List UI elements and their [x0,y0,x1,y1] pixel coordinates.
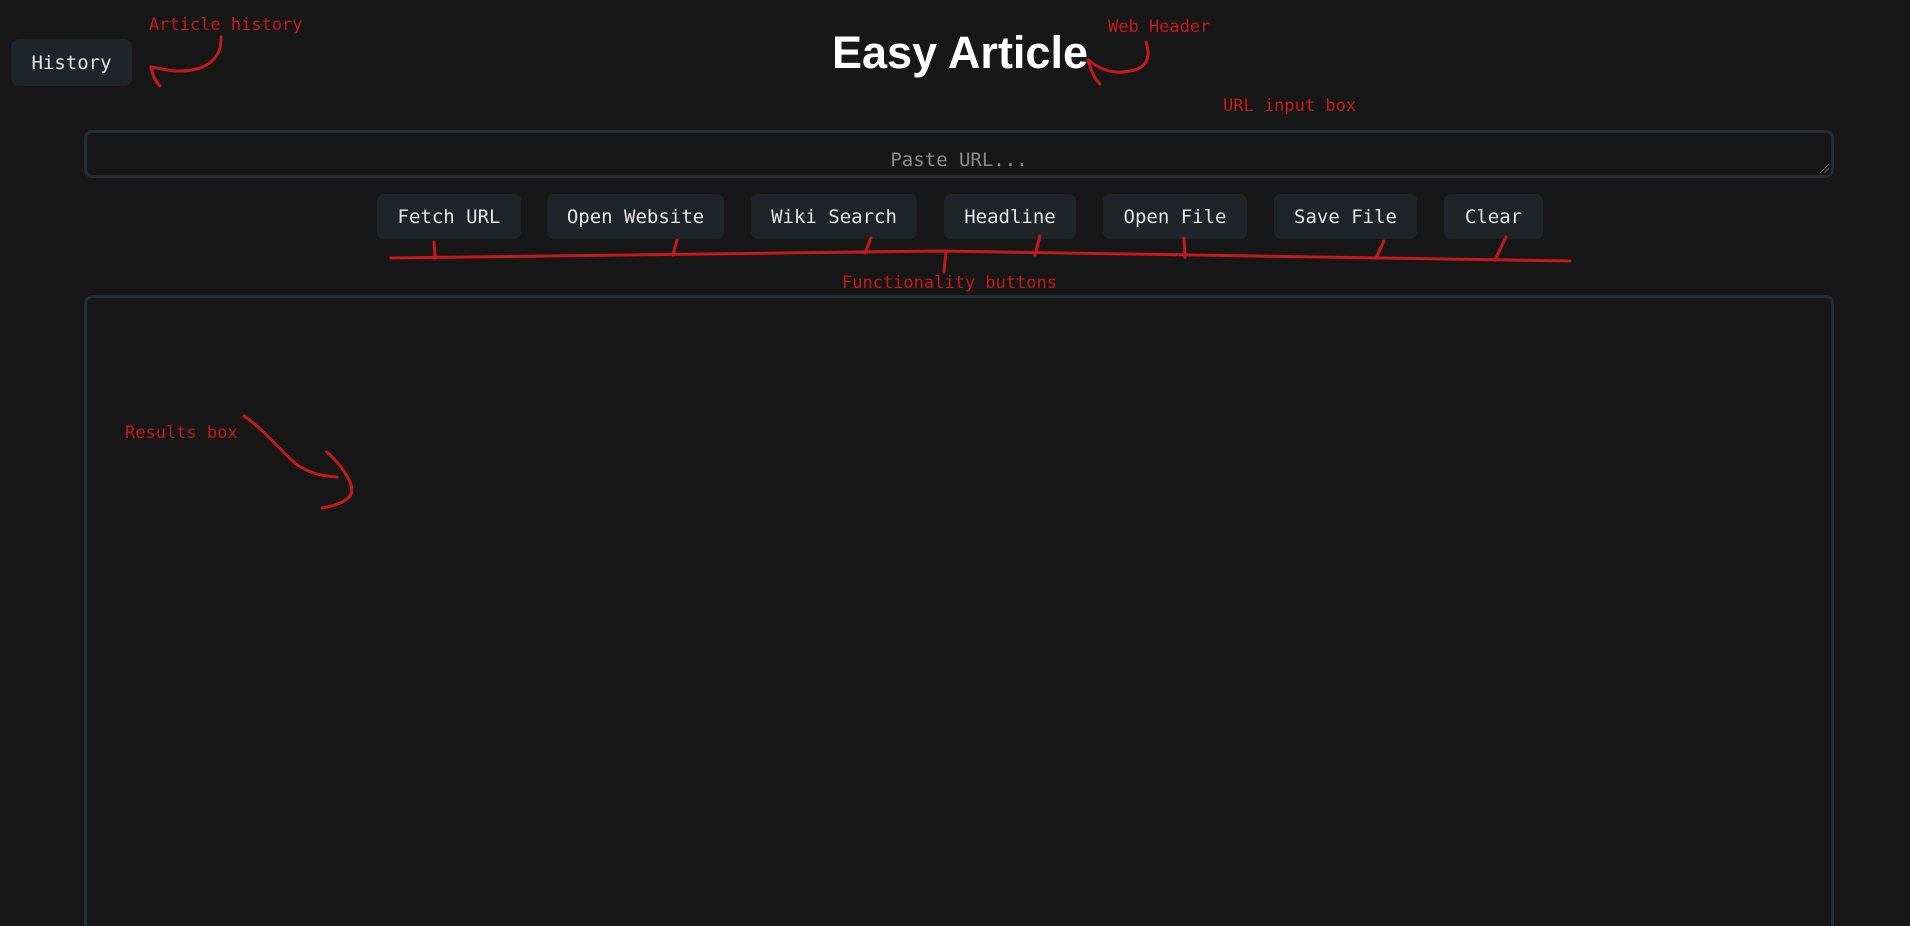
annotation-results-box: Results box [125,423,238,443]
clear-button[interactable]: Clear [1444,194,1543,239]
brace-tick-7 [1493,235,1508,262]
open-website-button[interactable]: Open Website [547,194,724,239]
url-input-placeholder: Paste URL... [890,149,1028,171]
results-box[interactable] [84,295,1834,926]
resize-handle-icon[interactable] [1820,164,1829,173]
url-input[interactable]: Paste URL... [84,130,1834,178]
wiki-search-button[interactable]: Wiki Search [751,194,917,239]
buttons-brace [389,249,1572,263]
brace-center-stem [942,249,948,274]
app-page: History Easy Article Paste URL... Fetch … [0,0,1910,926]
brace-tick-1 [432,240,437,260]
open-file-button[interactable]: Open File [1103,194,1247,239]
save-file-button[interactable]: Save File [1274,194,1417,239]
headline-button[interactable]: Headline [944,194,1076,239]
annotation-url-input-box: URL input box [1223,96,1357,116]
fetch-url-button[interactable]: Fetch URL [377,194,521,239]
annotation-functionality-buttons: Functionality buttons [842,273,1057,293]
brace-tick-2 [671,238,679,257]
brace-tick-6 [1374,239,1386,260]
annotation-web-header: Web Header [1108,17,1211,37]
annotation-article-history: Article history [149,15,303,35]
brace-tick-3 [863,236,873,255]
brace-tick-5 [1182,236,1187,259]
